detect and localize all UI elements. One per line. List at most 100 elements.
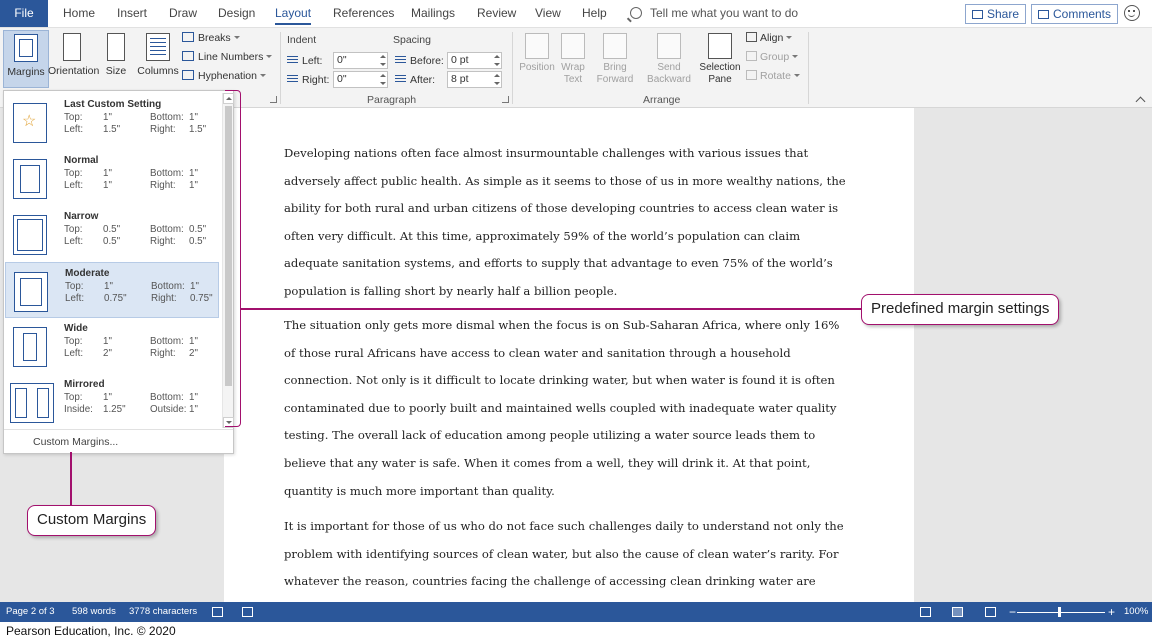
- page-setup-launcher-icon[interactable]: [270, 96, 277, 103]
- custom-margins-button[interactable]: Custom Margins...: [4, 429, 233, 454]
- comments-button[interactable]: Comments: [1031, 4, 1119, 24]
- character-count[interactable]: 3778 characters: [129, 602, 197, 622]
- margin-option-normal[interactable]: Normal Top: 1" Bottom: 1" Left: 1" Right…: [5, 150, 219, 206]
- web-layout-icon[interactable]: [985, 607, 996, 617]
- tab-help[interactable]: Help: [582, 0, 607, 27]
- group-button[interactable]: Group: [746, 48, 799, 66]
- margin-option-name: Moderate: [65, 268, 110, 279]
- bring-forward-label-1: Bring: [603, 62, 627, 73]
- text-line: contaminated due to poorly built and mai…: [284, 400, 837, 415]
- rotate-button[interactable]: Rotate: [746, 67, 800, 85]
- tab-insert[interactable]: Insert: [117, 0, 147, 27]
- right-value: 1": [189, 180, 198, 191]
- tab-mailings[interactable]: Mailings: [411, 0, 455, 27]
- margin-option-wide[interactable]: Wide Top: 1" Bottom: 1" Left: 2" Right: …: [5, 318, 219, 374]
- callout-predefined-margins: Predefined margin settings: [861, 294, 1060, 325]
- custom-margin-star-icon: ☆: [13, 103, 47, 143]
- indent-left-field[interactable]: 0": [333, 52, 388, 69]
- group-divider: [280, 32, 281, 104]
- size-button[interactable]: Size: [98, 30, 134, 88]
- zoom-level[interactable]: 100%: [1124, 602, 1148, 622]
- share-icon: [972, 10, 983, 19]
- rotate-icon: [746, 70, 757, 80]
- text-line: The situation only gets more dismal when…: [284, 318, 840, 332]
- spacing-before-label: Before:: [410, 55, 444, 67]
- tab-draw[interactable]: Draw: [169, 0, 197, 27]
- tab-review[interactable]: Review: [477, 0, 516, 27]
- tab-references[interactable]: References: [333, 0, 394, 27]
- left-value: 1.5": [103, 124, 121, 135]
- bring-forward-button[interactable]: Bring Forward: [593, 30, 637, 88]
- tab-file[interactable]: File: [0, 0, 48, 27]
- paragraph-2: The situation only gets more dismal when…: [284, 312, 850, 505]
- tab-view[interactable]: View: [535, 0, 561, 27]
- text-line: quantity is much more important than qua…: [284, 483, 555, 498]
- spacing-before-field[interactable]: 0 pt: [447, 52, 502, 69]
- chevron-down-icon: [792, 55, 799, 58]
- macro-record-icon[interactable]: [242, 607, 253, 617]
- spacing-after-row: After: 8 pt: [395, 71, 505, 89]
- zoom-slider-thumb[interactable]: [1058, 607, 1061, 617]
- breaks-button[interactable]: Breaks: [182, 29, 240, 47]
- page-count[interactable]: Page 2 of 3: [6, 602, 55, 622]
- tab-design[interactable]: Design: [218, 0, 255, 27]
- zoom-out-icon[interactable]: −: [1009, 602, 1016, 622]
- top-label: Top:: [65, 281, 84, 292]
- tab-layout[interactable]: Layout: [275, 0, 312, 27]
- spinner-icon[interactable]: [494, 55, 500, 66]
- orientation-button[interactable]: Orientation: [48, 30, 100, 88]
- text-line: Developing nations often face almost ins…: [284, 146, 809, 160]
- inside-label: Inside:: [64, 404, 93, 415]
- columns-button[interactable]: Columns: [135, 30, 181, 88]
- indent-right-row: Right: 0": [287, 71, 392, 89]
- bottom-label: Bottom:: [150, 112, 184, 123]
- margin-option-name: Mirrored: [64, 379, 105, 390]
- margin-option-moderate[interactable]: Moderate Top: 1" Bottom: 1" Left: 0.75" …: [5, 262, 219, 318]
- bottom-value: 1": [190, 281, 199, 292]
- spacing-after-field[interactable]: 8 pt: [447, 71, 502, 88]
- breaks-icon: [182, 32, 194, 42]
- orientation-label: Orientation: [48, 65, 100, 77]
- read-mode-icon[interactable]: [920, 607, 931, 617]
- text-line: testing. The overall lack of education a…: [284, 428, 816, 443]
- hyphenation-icon: [182, 70, 194, 80]
- text-line: whatever the reason, countries facing th…: [284, 574, 816, 589]
- print-layout-icon[interactable]: [952, 607, 963, 617]
- smiley-feedback-icon[interactable]: [1124, 5, 1140, 21]
- proofing-icon[interactable]: [212, 607, 223, 617]
- spinner-icon[interactable]: [380, 55, 386, 66]
- zoom-in-icon[interactable]: +: [1108, 602, 1115, 622]
- wrap-text-button[interactable]: Wrap Text: [551, 30, 595, 88]
- align-button[interactable]: Align: [746, 29, 793, 47]
- selection-pane-button[interactable]: Selection Pane: [697, 30, 743, 88]
- tab-home[interactable]: Home: [63, 0, 95, 27]
- arrange-group-label: Arrange: [643, 94, 681, 106]
- zoom-slider[interactable]: [1017, 612, 1105, 613]
- callout-bracket: [225, 90, 241, 427]
- spinner-icon[interactable]: [380, 74, 386, 85]
- outside-label: Outside:: [150, 404, 187, 415]
- share-button[interactable]: Share: [965, 4, 1027, 24]
- line-numbers-button[interactable]: Line Numbers: [182, 48, 273, 66]
- right-value: 0.75": [190, 293, 213, 304]
- group-divider: [808, 32, 809, 104]
- indent-right-field[interactable]: 0": [333, 71, 388, 88]
- margin-option-narrow[interactable]: Narrow Top: 0.5" Bottom: 0.5" Left: 0.5"…: [5, 206, 219, 262]
- margin-option-mirrored[interactable]: Mirrored Top: 1" Bottom: 1" Inside: 1.25…: [5, 374, 219, 430]
- word-count[interactable]: 598 words: [72, 602, 116, 622]
- text-line: It is important for those of us who do n…: [284, 519, 844, 533]
- margins-button[interactable]: Margins: [3, 30, 49, 88]
- inside-value: 1.25": [103, 404, 126, 415]
- hyphenation-button[interactable]: Hyphenation: [182, 67, 266, 85]
- paragraph-launcher-icon[interactable]: [502, 96, 509, 103]
- bottom-label: Bottom:: [150, 392, 184, 403]
- left-value: 2": [103, 348, 112, 359]
- left-label: Left:: [65, 293, 85, 304]
- tell-me-box[interactable]: Tell me what you want to do: [630, 0, 798, 27]
- collapse-ribbon-icon[interactable]: [1135, 96, 1146, 107]
- margin-option-last-custom[interactable]: ☆ Last Custom Setting Top: 1" Bottom: 1"…: [5, 94, 219, 150]
- spinner-icon[interactable]: [494, 74, 500, 85]
- send-backward-button[interactable]: Send Backward: [645, 30, 693, 88]
- wrap-text-icon: [561, 33, 585, 59]
- callout-leader-line: [241, 308, 863, 310]
